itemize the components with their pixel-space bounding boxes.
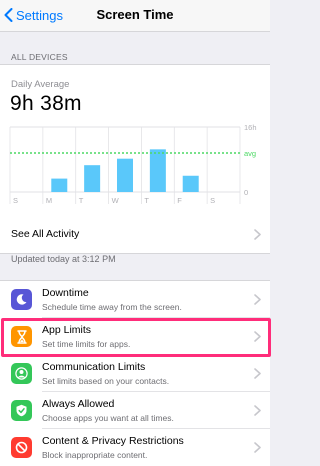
usage-bar-chart: S M T W T F Savg 16h 0 (9, 123, 257, 205)
see-all-activity-label: See All Activity (11, 228, 80, 240)
bar-1 (51, 178, 68, 192)
list-item-communication-limits[interactable]: Communication Limits Set limits based on… (0, 355, 270, 392)
y-tick-label: 0 (244, 188, 248, 197)
chevron-right-icon (254, 368, 261, 379)
hourglass-icon (11, 326, 32, 347)
chevron-right-icon (254, 442, 261, 453)
chevron-right-icon (254, 405, 261, 416)
moon-icon (11, 289, 32, 310)
section-header: ALL DEVICES (11, 52, 68, 62)
item-subtitle: Set limits based on your contacts. (42, 376, 170, 386)
list-item-always-allowed[interactable]: Always Allowed Choose apps you want at a… (0, 392, 270, 429)
item-title: Content & Privacy Restrictions (42, 435, 184, 447)
usage-chart-panel[interactable]: Daily Average 9h 38m S M T W T F Savg 16h 0 (0, 64, 270, 216)
item-title: App Limits (42, 324, 92, 336)
chevron-right-icon (254, 331, 261, 342)
bar-4 (149, 149, 166, 192)
settings-list: Downtime Schedule time away from the scr… (0, 280, 270, 466)
restricted-icon (11, 437, 32, 458)
x-tick-label: S (210, 196, 215, 205)
x-tick-label: T (79, 196, 84, 205)
item-title: Always Allowed (42, 398, 115, 410)
item-subtitle: Block inappropriate content. (42, 450, 148, 460)
y-tick-label: 16h (244, 123, 257, 132)
navigation-bar: Settings Screen Time (0, 0, 270, 32)
item-title: Downtime (42, 287, 89, 299)
bar-5 (182, 175, 199, 192)
x-tick-label: F (177, 196, 182, 205)
item-subtitle: Choose apps you want at all times. (42, 413, 174, 423)
checkmark-icon (11, 400, 32, 421)
item-subtitle: Set time limits for apps. (42, 339, 131, 349)
chevron-right-icon (254, 229, 261, 240)
x-tick-label: S (13, 196, 18, 205)
contact-icon (11, 363, 32, 384)
bar-2 (84, 165, 101, 192)
x-tick-label: T (144, 196, 149, 205)
list-item-app-limits[interactable]: App Limits Set time limits for apps. (0, 318, 270, 355)
x-tick-label: W (112, 196, 120, 205)
item-title: Communication Limits (42, 361, 146, 373)
updated-timestamp: Updated today at 3:12 PM (11, 254, 116, 264)
bar-3 (117, 158, 133, 192)
chevron-right-icon (254, 294, 261, 305)
average-label: avg (244, 149, 256, 158)
list-item-content-privacy[interactable]: Content & Privacy Restrictions Block ina… (0, 429, 270, 466)
page-title: Screen Time (96, 7, 174, 22)
x-tick-label: M (46, 196, 52, 205)
see-all-activity-row[interactable]: See All Activity (0, 215, 270, 254)
item-subtitle: Schedule time away from the screen. (42, 302, 182, 312)
list-item-downtime[interactable]: Downtime Schedule time away from the scr… (0, 281, 270, 318)
